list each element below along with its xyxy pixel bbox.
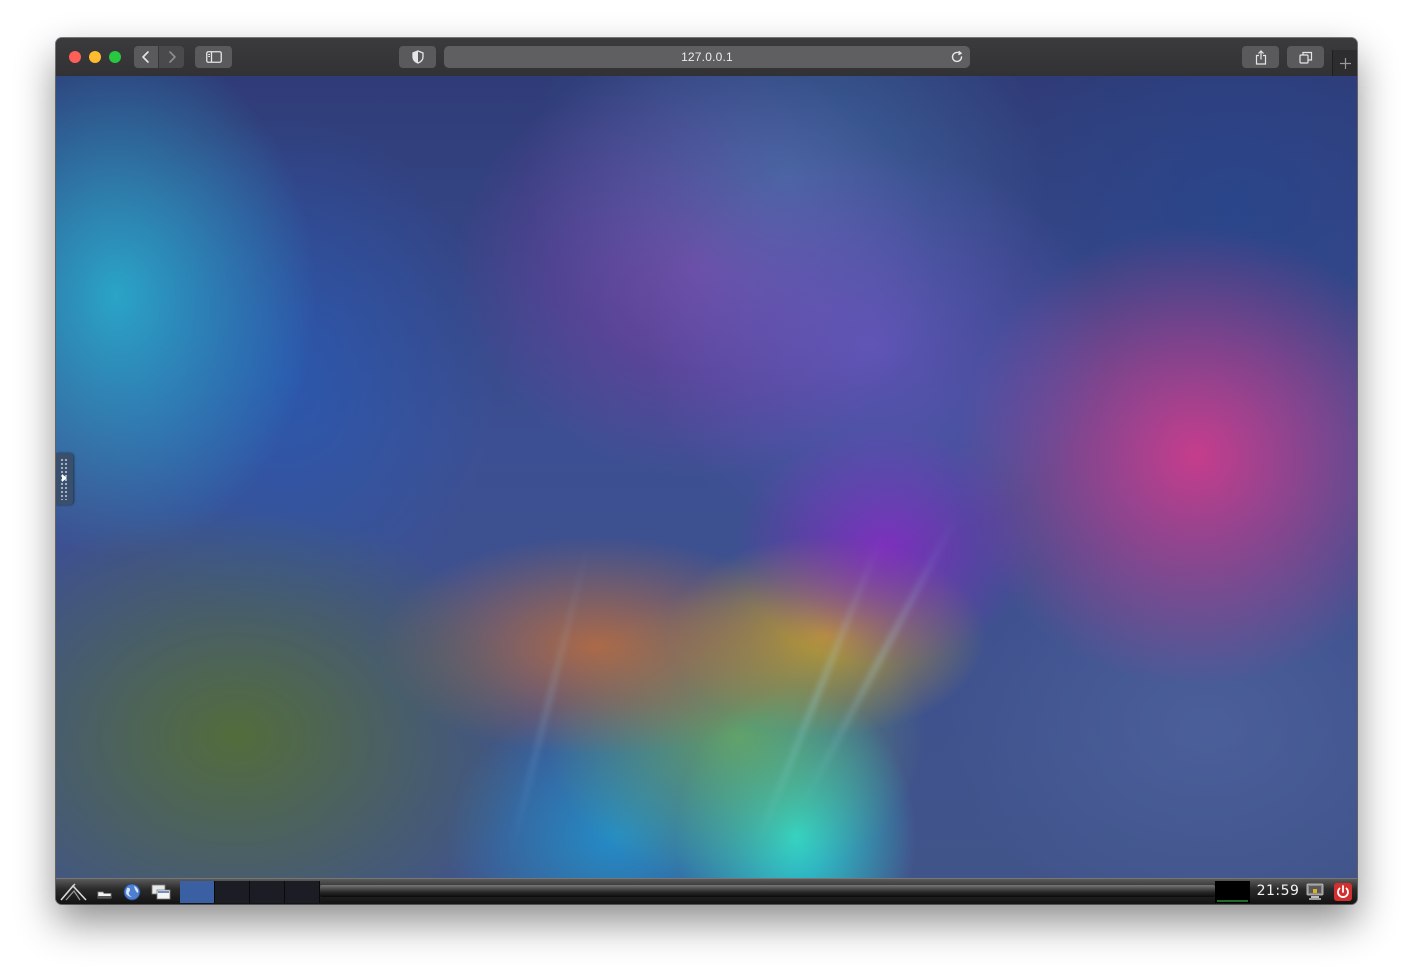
sidebar-icon (205, 51, 222, 63)
chevron-right-icon (168, 51, 176, 63)
workspace-1[interactable] (180, 881, 215, 903)
play-arrow-icon (62, 474, 67, 482)
wallpaper-light-streak (798, 513, 960, 809)
maximize-window-button[interactable] (109, 51, 121, 63)
reload-icon[interactable] (950, 50, 964, 64)
cpu-usage-monitor[interactable] (1215, 881, 1250, 903)
power-icon (1334, 883, 1352, 901)
browser-window: 127.0.0.1 21:59 (56, 38, 1357, 904)
new-tab-button[interactable] (1332, 50, 1357, 76)
side-panel-handle[interactable] (56, 453, 73, 505)
wallpaper-light-streak (506, 540, 592, 862)
show-desktop-icon (151, 884, 171, 900)
desktop-wallpaper[interactable] (56, 76, 1357, 878)
share-icon (1255, 49, 1266, 65)
tab-overview-button[interactable] (1287, 46, 1324, 68)
app-menu-button[interactable] (60, 882, 88, 902)
network-icon (1306, 883, 1324, 900)
address-bar[interactable]: 127.0.0.1 (444, 46, 970, 68)
sidebar-toggle-button[interactable] (195, 46, 232, 68)
tab-overview-icon (1298, 51, 1312, 64)
minimize-window-button[interactable] (89, 51, 101, 63)
file-manager-launcher[interactable] (94, 882, 116, 902)
task-list[interactable] (320, 885, 1215, 897)
app-menu-logo-icon (60, 883, 87, 901)
workspace-4[interactable] (285, 881, 320, 903)
back-button[interactable] (134, 46, 158, 68)
taskbar: 21:59 (56, 878, 1357, 904)
shield-icon (411, 50, 424, 64)
close-window-button[interactable] (69, 51, 81, 63)
privacy-report-button[interactable] (399, 46, 436, 68)
share-button[interactable] (1242, 46, 1279, 68)
network-status-button[interactable] (1304, 882, 1326, 902)
show-desktop-button[interactable] (150, 882, 172, 902)
taskbar-clock[interactable]: 21:59 (1255, 883, 1301, 899)
file-manager-icon (97, 891, 112, 899)
web-browser-launcher[interactable] (121, 882, 143, 902)
browser-toolbar: 127.0.0.1 (56, 38, 1357, 77)
chevron-left-icon (142, 51, 149, 63)
workspace-3[interactable] (250, 881, 285, 903)
workspace-2[interactable] (215, 881, 250, 903)
power-button[interactable] (1332, 882, 1354, 902)
plus-icon (1340, 57, 1351, 69)
web-browser-icon (123, 883, 141, 901)
forward-button[interactable] (159, 46, 184, 68)
url-text: 127.0.0.1 (681, 50, 733, 64)
